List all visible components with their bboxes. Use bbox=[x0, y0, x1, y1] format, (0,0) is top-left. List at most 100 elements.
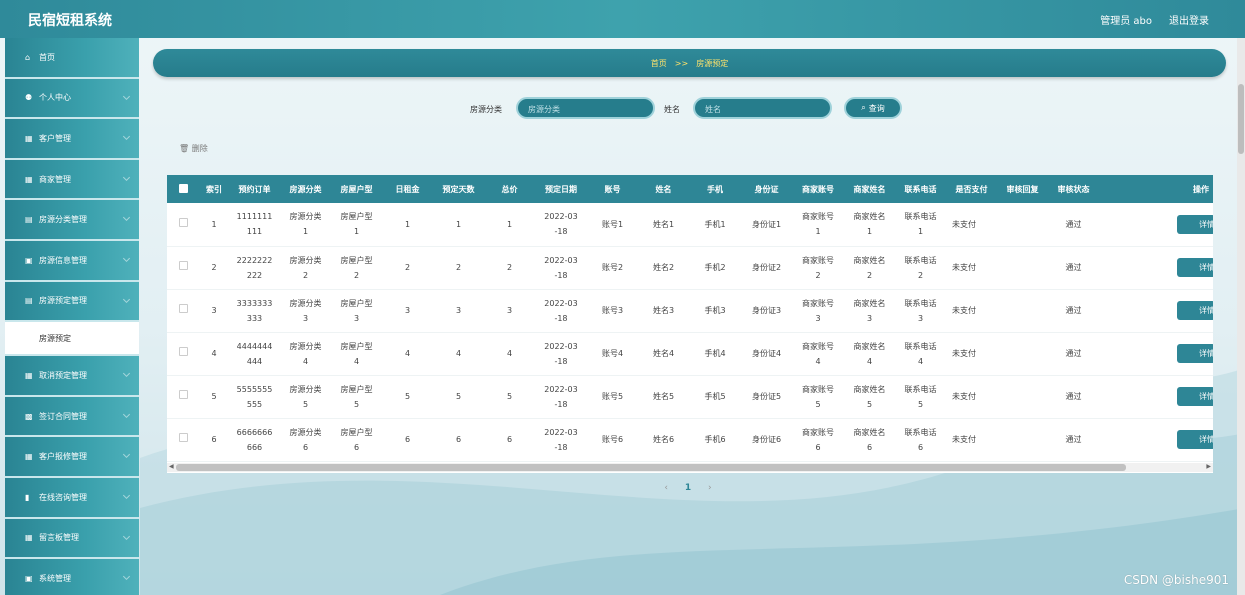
detail-button[interactable]: 详情 bbox=[1177, 387, 1213, 406]
sidebar-item-7[interactable]: ▦ 取消预定管理 bbox=[5, 356, 139, 397]
prev-page-button[interactable]: ‹ bbox=[664, 483, 668, 493]
cell-cat: 房源分类 3 bbox=[289, 298, 322, 323]
cell-date: 2022-03 -18 bbox=[544, 255, 578, 280]
detail-button[interactable]: 详情 bbox=[1177, 258, 1213, 277]
detail-button[interactable]: 详情 bbox=[1177, 214, 1213, 234]
sidebar-item-5[interactable]: ▣ 房源信息管理 bbox=[5, 241, 139, 282]
search-icon: ⌕ bbox=[861, 103, 866, 112]
cell-rent: 1 bbox=[404, 219, 411, 229]
cell-phone: 手机1 bbox=[704, 219, 726, 229]
sidebar: ⌂ 首页 ⚉ 个人中心 ▦ 客户管理 ▦ 商家管理 ▤ 房源分类管理 ▣ 房源信息管理 ▤ 房源预定管理房… bbox=[5, 38, 139, 595]
row-checkbox[interactable] bbox=[167, 375, 199, 418]
current-user: 管理员 abo bbox=[1100, 16, 1152, 27]
chevron-down-icon bbox=[122, 133, 131, 141]
sidebar-item-11[interactable]: ▦ 留言板管理 bbox=[5, 519, 139, 560]
chevron-down-icon bbox=[122, 532, 131, 540]
vertical-scrollbar-thumb[interactable] bbox=[1238, 84, 1244, 154]
cell-status: 通过 bbox=[1065, 263, 1082, 272]
data-table: 索引 预约订单 房源分类 房屋户型 日租金 预定天数 总价 预定日期 账号 姓名 手机 身份证 商家账号… bbox=[167, 175, 1213, 462]
search-button-label: 查询 bbox=[868, 103, 885, 113]
logout-link[interactable]: 退出登录 bbox=[1169, 12, 1209, 27]
cell-total: 2 bbox=[506, 263, 513, 272]
cell-name: 姓名2 bbox=[652, 263, 675, 272]
cell-idx: 3 bbox=[211, 306, 217, 315]
sidebar-item-2[interactable]: ▦ 客户管理 bbox=[5, 119, 139, 160]
cell-account: 账号4 bbox=[601, 349, 624, 358]
column-header: 是否支付 bbox=[955, 184, 988, 194]
cell-account: 账号6 bbox=[601, 435, 624, 444]
column-header: 审核回复 bbox=[1006, 184, 1039, 194]
cell-paid: 未支付 bbox=[952, 306, 976, 315]
next-page-button[interactable]: › bbox=[708, 483, 712, 493]
sidebar-item-9[interactable]: ▦ 客户报修管理 bbox=[5, 437, 139, 478]
sidebar-item-8[interactable]: ▩ 签订合同管理 bbox=[5, 397, 139, 438]
detail-button[interactable]: 详情 bbox=[1177, 301, 1213, 320]
table-row: 4 4444444 444 房源分类 4 房屋户型 4 4 4 4 2022-03 -18 账号4 姓名4… bbox=[167, 332, 1213, 375]
cell-idcard: 身份证5 bbox=[751, 392, 782, 401]
detail-button[interactable]: 详情 bbox=[1177, 344, 1213, 363]
cell-m_account: 商家账号 1 bbox=[802, 212, 834, 237]
row-checkbox[interactable] bbox=[167, 246, 199, 289]
cell-m_phone: 联系电话 5 bbox=[904, 384, 937, 409]
sidebar-item-label: 房源信息管理 bbox=[39, 255, 87, 265]
row-checkbox[interactable] bbox=[167, 289, 199, 332]
cell-name: 姓名6 bbox=[652, 435, 675, 444]
cell-rent: 4 bbox=[404, 349, 411, 358]
cell-phone: 手机2 bbox=[704, 263, 726, 272]
cell-m_account: 商家账号 2 bbox=[802, 255, 834, 280]
cell-reply bbox=[997, 332, 1048, 375]
detail-button[interactable]: 详情 bbox=[1177, 430, 1213, 449]
name-search-input[interactable]: 姓名 bbox=[693, 97, 832, 119]
scroll-left-icon[interactable]: ◀ bbox=[169, 463, 174, 470]
cell-days: 4 bbox=[455, 349, 462, 358]
cell-m_name: 商家姓名 2 bbox=[853, 255, 886, 280]
cell-status: 通过 bbox=[1065, 219, 1082, 229]
cell-m_name: 商家姓名 1 bbox=[853, 212, 886, 237]
category-search-input[interactable]: 房源分类 bbox=[516, 97, 655, 119]
cell-reply bbox=[997, 246, 1048, 289]
cell-account: 账号5 bbox=[601, 392, 624, 401]
cell-m_name: 商家姓名 6 bbox=[853, 427, 886, 452]
cell-date: 2022-03 -18 bbox=[544, 212, 578, 237]
column-header: 审核状态 bbox=[1057, 184, 1090, 194]
cell-phone: 手机5 bbox=[704, 392, 726, 401]
grid-icon: ▦ bbox=[25, 452, 33, 462]
row-checkbox[interactable] bbox=[167, 418, 199, 461]
cell-account: 账号2 bbox=[601, 263, 624, 272]
delete-button[interactable]: 🗑 删除 bbox=[179, 143, 208, 154]
cell-days: 2 bbox=[455, 263, 462, 272]
sidebar-subitem-booking[interactable]: 房源预定 bbox=[5, 322, 139, 357]
search-button[interactable]: ⌕ 查询 bbox=[844, 97, 902, 119]
cell-rent: 5 bbox=[404, 392, 411, 401]
column-header: 姓名 bbox=[655, 184, 672, 194]
sidebar-item-12[interactable]: ▣ 系统管理 bbox=[5, 559, 139, 595]
row-checkbox[interactable] bbox=[167, 332, 199, 375]
cell-paid: 未支付 bbox=[952, 392, 976, 401]
sidebar-item-label: 留言板管理 bbox=[39, 533, 79, 543]
select-all-checkbox[interactable] bbox=[167, 175, 199, 203]
cell-idcard: 身份证3 bbox=[751, 306, 782, 315]
search-bar: 房源分类 房源分类 姓名 姓名 ⌕ 查询 bbox=[0, 97, 1245, 121]
breadcrumb-home[interactable]: 首页 bbox=[651, 58, 667, 69]
row-checkbox[interactable] bbox=[167, 203, 199, 246]
cell-order: 3333333 333 bbox=[236, 298, 273, 323]
current-page[interactable]: 1 bbox=[685, 483, 691, 493]
sidebar-item-label: 取消预定管理 bbox=[39, 370, 87, 380]
cell-type: 房屋户型 5 bbox=[340, 384, 373, 409]
category-label: 房源分类 bbox=[470, 105, 502, 114]
horizontal-scrollbar[interactable]: ◀ ▶ bbox=[167, 463, 1213, 472]
cell-status: 通过 bbox=[1065, 435, 1082, 444]
cell-total: 6 bbox=[506, 435, 513, 444]
sidebar-item-0[interactable]: ⌂ 首页 bbox=[5, 38, 139, 79]
sidebar-item-6[interactable]: ▤ 房源预定管理 bbox=[5, 282, 139, 323]
table-body: 1 1111111 111 房源分类 1 房屋户型 1 1 1 1 2022-03 -18 账号1 姓名1… bbox=[167, 203, 1213, 461]
scroll-right-icon[interactable]: ▶ bbox=[1206, 463, 1211, 470]
vertical-scrollbar[interactable] bbox=[1237, 38, 1245, 595]
sidebar-item-4[interactable]: ▤ 房源分类管理 bbox=[5, 200, 139, 241]
cell-total: 5 bbox=[506, 392, 513, 401]
settings-icon: ▣ bbox=[25, 573, 33, 583]
cell-rent: 3 bbox=[404, 306, 411, 315]
sidebar-item-3[interactable]: ▦ 商家管理 bbox=[5, 160, 139, 201]
scrollbar-thumb[interactable] bbox=[176, 464, 1126, 471]
cell-days: 3 bbox=[455, 306, 462, 315]
